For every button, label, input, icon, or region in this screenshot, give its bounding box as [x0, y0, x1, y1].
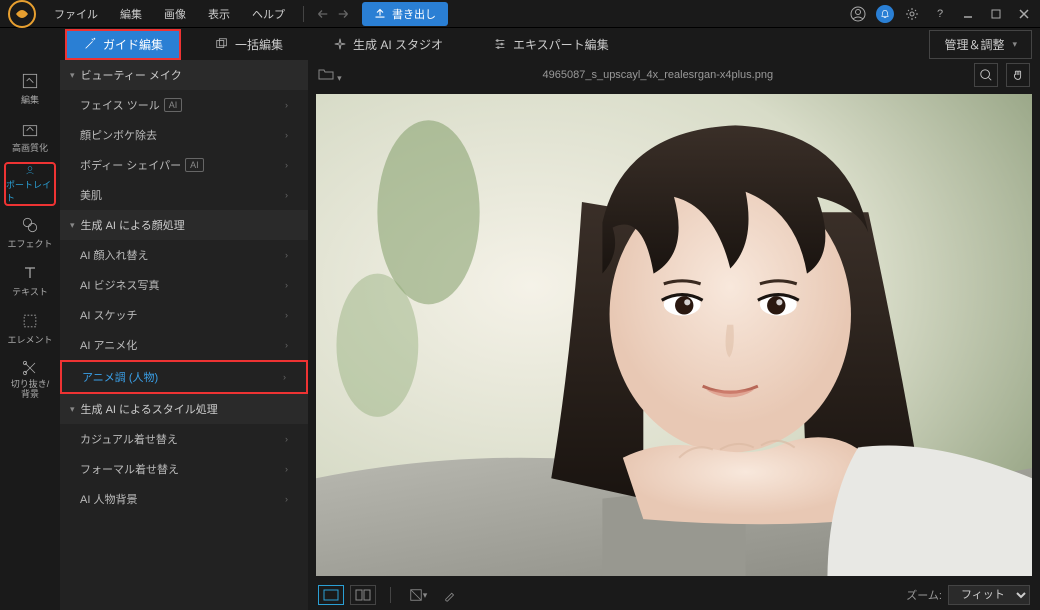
zoom-label: ズーム:	[906, 587, 942, 603]
export-label: 書き出し	[392, 6, 436, 22]
upload-icon	[374, 8, 386, 20]
chevron-right-icon: ›	[285, 190, 288, 200]
panel-group-genai-style-label: 生成 AI によるスタイル処理	[81, 401, 218, 417]
chevron-down-icon: ▾	[70, 70, 75, 81]
ai-badge-icon: AI	[185, 158, 204, 172]
panel-group-genai-style[interactable]: ▾ 生成 AI によるスタイル処理	[60, 394, 308, 424]
panel-item-anime-style[interactable]: アニメ調 (人物)›	[60, 360, 308, 394]
panel-group-beauty-label: ビューティー メイク	[81, 67, 182, 83]
app-logo-icon	[6, 0, 38, 30]
menu-image[interactable]: 画像	[154, 2, 196, 26]
menu-file[interactable]: ファイル	[44, 2, 108, 26]
mode-batch-label: 一括編集	[235, 36, 283, 53]
sidebar-effect-label: エフェクト	[7, 237, 52, 250]
panel-group-beauty[interactable]: ▾ ビューティー メイク	[60, 60, 308, 90]
chevron-down-icon: ▾	[70, 404, 75, 415]
panel-item-bodyshaper[interactable]: ボディー シェイパー AI›	[60, 150, 308, 180]
chevron-right-icon: ›	[283, 372, 286, 382]
redo-icon[interactable]	[334, 4, 354, 24]
chevron-right-icon: ›	[285, 310, 288, 320]
sidebar-text-label: テキスト	[12, 285, 48, 298]
chevron-right-icon: ›	[285, 130, 288, 140]
panel-item-casual[interactable]: カジュアル着せ替え›	[60, 424, 308, 454]
mode-guide-edit[interactable]: ガイド編集	[65, 29, 181, 60]
account-icon[interactable]	[848, 4, 868, 24]
separator	[303, 6, 304, 22]
mode-ai-studio[interactable]: 生成 AI スタジオ	[317, 31, 459, 58]
filename-label: 4965087_s_upscayl_4x_realesrgan-x4plus.p…	[350, 69, 966, 81]
adjust-label: 管理＆調整	[944, 36, 1004, 53]
chevron-right-icon: ›	[285, 464, 288, 474]
panel-item-sketch[interactable]: AI スケッチ›	[60, 300, 308, 330]
sidebar-text[interactable]: テキスト	[4, 258, 56, 302]
panel-item-skin[interactable]: 美肌›	[60, 180, 308, 210]
panel-item-formal[interactable]: フォーマル着せ替え›	[60, 454, 308, 484]
view-single-button[interactable]	[318, 585, 344, 605]
panel-item-bizphoto[interactable]: AI ビジネス写真›	[60, 270, 308, 300]
mode-expert-label: エキスパート編集	[513, 36, 609, 53]
panel-item-bg[interactable]: AI 人物背景›	[60, 484, 308, 514]
batch-icon	[215, 37, 229, 51]
brush-icon[interactable]	[437, 585, 463, 605]
notification-icon[interactable]	[876, 5, 894, 23]
portrait-image	[316, 94, 1032, 576]
chevron-right-icon: ›	[285, 250, 288, 260]
folder-icon[interactable]: ▾	[318, 67, 342, 84]
help-icon[interactable]: ?	[930, 4, 950, 24]
chevron-right-icon: ›	[285, 340, 288, 350]
chevron-right-icon: ›	[285, 280, 288, 290]
chevron-down-icon: ▾	[70, 220, 75, 231]
mode-expert-edit[interactable]: エキスパート編集	[477, 31, 625, 58]
chevron-right-icon: ›	[285, 434, 288, 444]
manage-adjust-button[interactable]: 管理＆調整 ▾	[929, 30, 1032, 59]
sidebar-cutout-label: 切り抜き/ 背景	[11, 380, 50, 400]
panel-group-genai-face-label: 生成 AI による顔処理	[81, 217, 185, 233]
sidebar-upscale-label: 高画質化	[12, 141, 48, 154]
settings-icon[interactable]	[902, 4, 922, 24]
chevron-right-icon: ›	[285, 100, 288, 110]
sidebar-portrait-label: ポートレイト	[6, 178, 54, 204]
export-button[interactable]: 書き出し	[362, 2, 448, 26]
sidebar-portrait[interactable]: ポートレイト	[4, 162, 56, 206]
zoom-select[interactable]: フィット	[948, 585, 1030, 605]
menu-view[interactable]: 表示	[198, 2, 240, 26]
panel-item-anime[interactable]: AI アニメ化›	[60, 330, 308, 360]
panel-item-faceswap[interactable]: AI 顔入れ替え›	[60, 240, 308, 270]
sidebar-element[interactable]: エレメント	[4, 306, 56, 350]
chevron-down-icon: ▾	[1012, 39, 1017, 50]
sidebar-effect[interactable]: エフェクト	[4, 210, 56, 254]
view-split-button[interactable]	[350, 585, 376, 605]
sidebar-edit-label: 編集	[21, 93, 39, 106]
mode-studio-label: 生成 AI スタジオ	[353, 36, 443, 53]
panel-item-facetool[interactable]: フェイス ツール AI›	[60, 90, 308, 120]
image-canvas[interactable]	[316, 94, 1032, 576]
sidebar-edit[interactable]: 編集	[4, 66, 56, 110]
mode-batch-edit[interactable]: 一括編集	[199, 31, 299, 58]
maximize-icon[interactable]	[986, 4, 1006, 24]
minimize-icon[interactable]	[958, 4, 978, 24]
ai-badge-icon: AI	[164, 98, 183, 112]
menu-help[interactable]: ヘルプ	[242, 2, 295, 26]
mask-toggle-icon[interactable]: ▾	[405, 585, 431, 605]
panel-group-genai-face[interactable]: ▾ 生成 AI による顔処理	[60, 210, 308, 240]
close-icon[interactable]	[1014, 4, 1034, 24]
chevron-right-icon: ›	[285, 494, 288, 504]
sidebar-element-label: エレメント	[7, 333, 52, 346]
chevron-right-icon: ›	[285, 160, 288, 170]
hand-icon[interactable]	[1006, 63, 1030, 87]
sliders-icon	[493, 37, 507, 51]
sparkle-icon	[333, 37, 347, 51]
undo-icon[interactable]	[312, 4, 332, 24]
sidebar-cutout[interactable]: 切り抜き/ 背景	[4, 354, 56, 404]
menu-edit[interactable]: 編集	[110, 2, 152, 26]
magnifier-icon[interactable]	[974, 63, 998, 87]
sidebar-upscale[interactable]: 高画質化	[4, 114, 56, 158]
wand-icon	[83, 37, 97, 51]
mode-guide-label: ガイド編集	[103, 36, 163, 53]
separator	[390, 587, 391, 603]
panel-item-defocus[interactable]: 顔ピンボケ除去›	[60, 120, 308, 150]
